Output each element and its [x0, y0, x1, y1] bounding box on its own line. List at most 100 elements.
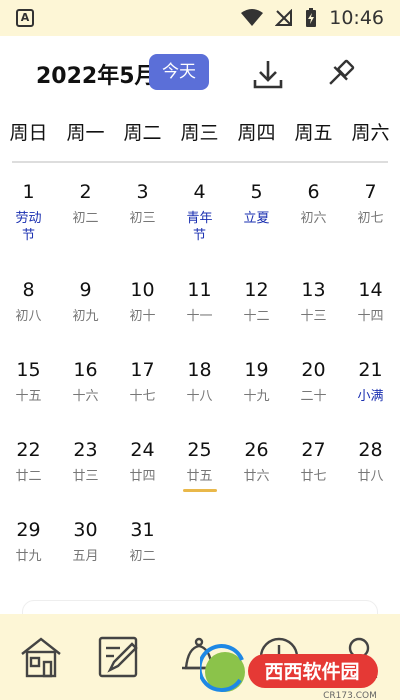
day-cell[interactable]: 28 廿八: [342, 438, 399, 485]
day-lunar-label: 廿九: [15, 549, 42, 564]
watermark-logo: 西西软件园 CR173.COM: [200, 644, 378, 700]
day-cell[interactable]: 20 二十: [285, 358, 342, 405]
day-cell[interactable]: 2 初二: [57, 180, 114, 227]
day-cell[interactable]: 16 十六: [57, 358, 114, 405]
day-holiday-label: 小满: [357, 389, 384, 404]
day-lunar-label: 初三: [129, 211, 156, 226]
day-cell[interactable]: 11 十一: [171, 278, 228, 325]
day-number: 4: [193, 181, 206, 203]
day-cell[interactable]: 14 十四: [342, 278, 399, 325]
day-number: 8: [22, 279, 35, 301]
day-lunar-label: 廿七: [300, 469, 327, 484]
day-number: 6: [307, 181, 320, 203]
day-number: 9: [79, 279, 92, 301]
day-holiday-label: 青年 节: [186, 211, 213, 243]
day-lunar-label: 廿二: [15, 469, 42, 484]
day-number: 30: [73, 519, 98, 541]
day-number: 10: [130, 279, 155, 301]
day-lunar-label: 十六: [72, 389, 99, 404]
day-cell[interactable]: 17 十七: [114, 358, 171, 405]
day-lunar-label: 廿八: [357, 469, 384, 484]
day-cell[interactable]: 25 廿五: [171, 438, 228, 492]
day-lunar-label: 十九: [243, 389, 270, 404]
day-cell[interactable]: 1 劳动 节: [0, 180, 57, 244]
day-cell[interactable]: 19 十九: [228, 358, 285, 405]
day-number: 19: [244, 359, 269, 381]
nav-notes-button[interactable]: [96, 634, 142, 680]
day-cell[interactable]: 10 初十: [114, 278, 171, 325]
day-number: 21: [358, 359, 383, 381]
day-number: 11: [187, 279, 212, 301]
day-lunar-label: 初七: [357, 211, 384, 226]
day-lunar-label: 十五: [15, 389, 42, 404]
day-cell[interactable]: 5 立夏: [228, 180, 285, 227]
day-cell[interactable]: 31 初二: [114, 518, 171, 565]
day-cell[interactable]: 21 小满: [342, 358, 399, 405]
day-cell[interactable]: 26 廿六: [228, 438, 285, 485]
day-cell[interactable]: 29 廿九: [0, 518, 57, 565]
day-number: 14: [358, 279, 383, 301]
day-lunar-label: 初九: [72, 309, 99, 324]
day-number: 31: [130, 519, 155, 541]
day-lunar-label: 十二: [243, 309, 270, 324]
day-lunar-label: 初二: [72, 211, 99, 226]
day-cell[interactable]: 30 五月: [57, 518, 114, 565]
day-lunar-label: 十三: [300, 309, 327, 324]
nav-home-button[interactable]: [18, 634, 64, 680]
day-lunar-label: 初六: [300, 211, 327, 226]
day-cell[interactable]: 9 初九: [57, 278, 114, 325]
day-holiday-label: 立夏: [243, 211, 270, 226]
day-number: 25: [187, 439, 212, 461]
day-cell[interactable]: 22 廿二: [0, 438, 57, 485]
day-cell[interactable]: 24 廿四: [114, 438, 171, 485]
day-number: 3: [136, 181, 149, 203]
day-lunar-label: 初十: [129, 309, 156, 324]
day-cell[interactable]: 12 十二: [228, 278, 285, 325]
day-number: 23: [73, 439, 98, 461]
day-lunar-label: 二十: [300, 389, 327, 404]
day-lunar-label: 五月: [72, 549, 99, 564]
day-cell[interactable]: 13 十三: [285, 278, 342, 325]
note-edit-icon: [98, 636, 138, 678]
day-number: 29: [16, 519, 41, 541]
day-cell[interactable]: 7 初七: [342, 180, 399, 227]
day-holiday-label: 劳动 节: [15, 211, 42, 243]
day-number: 12: [244, 279, 269, 301]
day-cell[interactable]: 23 廿三: [57, 438, 114, 485]
day-lunar-label: 廿三: [72, 469, 99, 484]
day-number: 24: [130, 439, 155, 461]
day-lunar-label: 初二: [129, 549, 156, 564]
day-lunar-label: 初八: [15, 309, 42, 324]
day-lunar-label: 廿四: [129, 469, 156, 484]
day-cell[interactable]: 8 初八: [0, 278, 57, 325]
today-indicator: [182, 489, 217, 492]
day-lunar-label: 十七: [129, 389, 156, 404]
day-cell[interactable]: 4 青年 节: [171, 180, 228, 244]
day-number: 26: [244, 439, 269, 461]
watermark-url: CR173.COM: [323, 691, 377, 700]
day-lunar-label: 廿六: [243, 469, 270, 484]
day-lunar-label: 十八: [186, 389, 213, 404]
day-number: 28: [358, 439, 383, 461]
calendar-grid: 1 劳动 节 2 初二 3 初三 4 青年 节 5 立夏 6 初六 7 初七 8 初八 9 初九 10 初十 11 十一 1…: [0, 0, 400, 600]
day-lunar-label: 廿五: [186, 469, 213, 484]
day-number: 18: [187, 359, 212, 381]
day-number: 7: [364, 181, 377, 203]
day-number: 27: [301, 439, 326, 461]
day-number: 20: [301, 359, 326, 381]
day-number: 16: [73, 359, 98, 381]
house-icon: [21, 637, 61, 678]
day-number: 17: [130, 359, 155, 381]
day-number: 1: [22, 181, 35, 203]
day-cell[interactable]: 15 十五: [0, 358, 57, 405]
day-number: 22: [16, 439, 41, 461]
day-number: 5: [250, 181, 263, 203]
day-cell[interactable]: 18 十八: [171, 358, 228, 405]
day-cell[interactable]: 3 初三: [114, 180, 171, 227]
day-cell[interactable]: 27 廿七: [285, 438, 342, 485]
day-number: 2: [79, 181, 92, 203]
day-lunar-label: 十四: [357, 309, 384, 324]
day-number: 15: [16, 359, 41, 381]
day-cell[interactable]: 6 初六: [285, 180, 342, 227]
day-number: 13: [301, 279, 326, 301]
